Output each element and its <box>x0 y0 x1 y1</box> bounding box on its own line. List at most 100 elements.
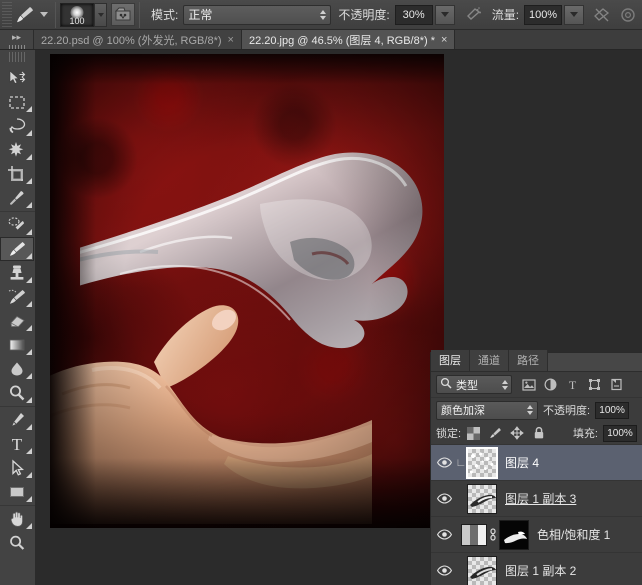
artwork-vignette <box>50 54 444 528</box>
rectangular-marquee-tool-icon[interactable] <box>0 90 34 114</box>
brush-icon[interactable] <box>12 3 38 27</box>
rectangle-tool-icon[interactable] <box>0 480 34 504</box>
lock-row: 锁定: 填充: 100% <box>431 422 642 445</box>
magic-wand-tool-icon[interactable] <box>0 138 34 162</box>
layer-filter-row: 类型 T <box>431 372 642 398</box>
airbrush-icon[interactable] <box>461 3 485 27</box>
tab-channels[interactable]: 通道 <box>470 350 509 371</box>
brush-preset-chevron-down-icon[interactable] <box>40 12 48 17</box>
eye-icon[interactable] <box>433 553 455 585</box>
blend-options-row: 颜色加深 不透明度: 100% <box>431 398 642 422</box>
eraser-tool-icon[interactable] <box>0 309 34 333</box>
eye-icon[interactable] <box>433 445 455 481</box>
layer-name: 图层 1 副本 3 <box>505 492 577 506</box>
flow-input[interactable]: 100% <box>524 4 563 25</box>
link-icon[interactable] <box>487 528 499 541</box>
blend-mode-select[interactable]: 正常 <box>183 4 332 25</box>
tools-panel: T <box>0 50 36 585</box>
lock-position-icon[interactable] <box>510 426 524 440</box>
tools-group-retouch <box>0 212 35 407</box>
layer-mask-thumbnail[interactable] <box>499 519 529 550</box>
photoshop-window: 100 模式: 正常 不透明度: 30% 流量: 100% ▸▸ 22.20.p… <box>0 0 642 585</box>
tools-panel-grip[interactable] <box>8 52 27 62</box>
type-tool-icon[interactable]: T <box>0 432 34 456</box>
zoom-tool-icon[interactable] <box>0 531 34 555</box>
chevron-updown-icon <box>502 379 508 390</box>
pen-tool-icon[interactable] <box>0 408 34 432</box>
document-tab-psd[interactable]: 22.20.psd @ 100% (外发光, RGB/8*) × <box>34 30 242 49</box>
layer-row-4[interactable]: 图层 1 副本 2 <box>431 553 642 585</box>
layer-thumbnail[interactable] <box>467 555 497 585</box>
lasso-tool-icon[interactable] <box>0 114 34 138</box>
lock-label: 锁定: <box>436 428 462 440</box>
brush-panel-icon[interactable] <box>111 3 135 26</box>
flow-label: 流量: <box>491 8 520 22</box>
options-separator-2 <box>139 1 140 28</box>
move-tool-icon[interactable] <box>0 66 34 90</box>
layer-row-3[interactable]: 色相/饱和度 1 <box>431 517 642 553</box>
flow-dropdown-icon[interactable] <box>564 4 585 25</box>
search-icon <box>440 377 452 392</box>
tab-layers[interactable]: 图层 <box>431 350 470 371</box>
document-tab-jpg[interactable]: 22.20.jpg @ 46.5% (图层 4, RGB/8*) * × <box>241 30 456 49</box>
layer-thumbnail[interactable] <box>467 483 497 514</box>
lock-image-pixels-icon[interactable] <box>488 426 502 440</box>
layer-name: 图层 1 副本 2 <box>505 564 577 578</box>
expand-arrows-icon[interactable]: ▸▸ <box>0 30 34 49</box>
brush-preset-dropdown[interactable] <box>94 2 107 27</box>
layers-panel-tabs: 图层 通道 路径 <box>431 350 642 372</box>
clone-stamp-tool-icon[interactable] <box>0 261 34 285</box>
eye-icon[interactable] <box>433 517 455 553</box>
spot-healing-brush-tool-icon[interactable] <box>0 213 34 237</box>
gradient-tool-icon[interactable] <box>0 333 34 357</box>
blend-mode-label: 模式: <box>151 8 179 22</box>
options-bar-grip[interactable] <box>2 1 12 28</box>
lock-transparent-pixels-icon[interactable] <box>466 426 480 440</box>
eyedropper-tool-icon[interactable] <box>0 186 34 210</box>
smart-object-filter-icon[interactable] <box>609 377 624 392</box>
close-icon[interactable]: × <box>441 34 447 46</box>
layer-filter-type-select[interactable]: 类型 <box>436 375 512 394</box>
layer-blend-mode-select[interactable]: 颜色加深 <box>436 400 538 420</box>
layer-row-1[interactable]: ∟ 图层 4 <box>431 445 642 481</box>
shape-layer-filter-icon[interactable] <box>587 377 602 392</box>
smoothing-icon[interactable] <box>590 3 614 27</box>
tablet-pressure-icon[interactable] <box>616 3 640 27</box>
blur-tool-icon[interactable] <box>0 357 34 381</box>
opacity-dropdown-icon[interactable] <box>434 4 455 25</box>
tools-group-navigation <box>0 506 35 556</box>
layer-opacity-input[interactable]: 100% <box>595 401 630 419</box>
pixel-layer-filter-icon[interactable] <box>521 377 536 392</box>
tools-group-vector: T <box>0 407 35 506</box>
eye-icon[interactable] <box>433 481 455 517</box>
layer-opacity-label: 不透明度: <box>543 405 591 417</box>
brush-size-preview[interactable]: 100 <box>60 2 94 27</box>
layer-row-2[interactable]: 图层 1 副本 3 <box>431 481 642 517</box>
tab-paths[interactable]: 路径 <box>509 350 548 371</box>
fill-input[interactable]: 100% <box>603 424 637 442</box>
svg-text:T: T <box>12 435 23 453</box>
brush-tool-icon[interactable] <box>0 237 34 261</box>
type-layer-filter-icon[interactable]: T <box>565 377 580 392</box>
artwork-image <box>50 54 444 528</box>
layer-filter-type-value: 类型 <box>456 379 478 392</box>
brush-size-value: 100 <box>69 15 85 26</box>
history-brush-tool-icon[interactable] <box>0 285 34 309</box>
close-icon[interactable]: × <box>228 34 234 46</box>
fill-label: 填充: <box>572 428 598 440</box>
lock-all-icon[interactable] <box>532 426 546 440</box>
hand-tool-icon[interactable] <box>0 507 34 531</box>
svg-text:T: T <box>569 378 577 391</box>
path-selection-tool-icon[interactable] <box>0 456 34 480</box>
hue-saturation-adjustment-icon[interactable] <box>461 523 487 546</box>
document-tab-bar: ▸▸ 22.20.psd @ 100% (外发光, RGB/8*) × 22.2… <box>0 30 642 50</box>
dodge-tool-icon[interactable] <box>0 381 34 405</box>
layer-name: 色相/饱和度 1 <box>537 528 611 542</box>
adjustment-layer-filter-icon[interactable] <box>543 377 558 392</box>
opacity-label: 不透明度: <box>338 8 390 22</box>
chevron-updown-icon <box>527 405 533 415</box>
layers-panel: 图层 通道 路径 类型 T 颜色加深 不透明度: 100% 锁定: 填充: 10… <box>430 350 642 585</box>
layer-thumbnail[interactable] <box>466 446 498 479</box>
opacity-input[interactable]: 30% <box>394 4 433 25</box>
crop-tool-icon[interactable] <box>0 162 34 186</box>
